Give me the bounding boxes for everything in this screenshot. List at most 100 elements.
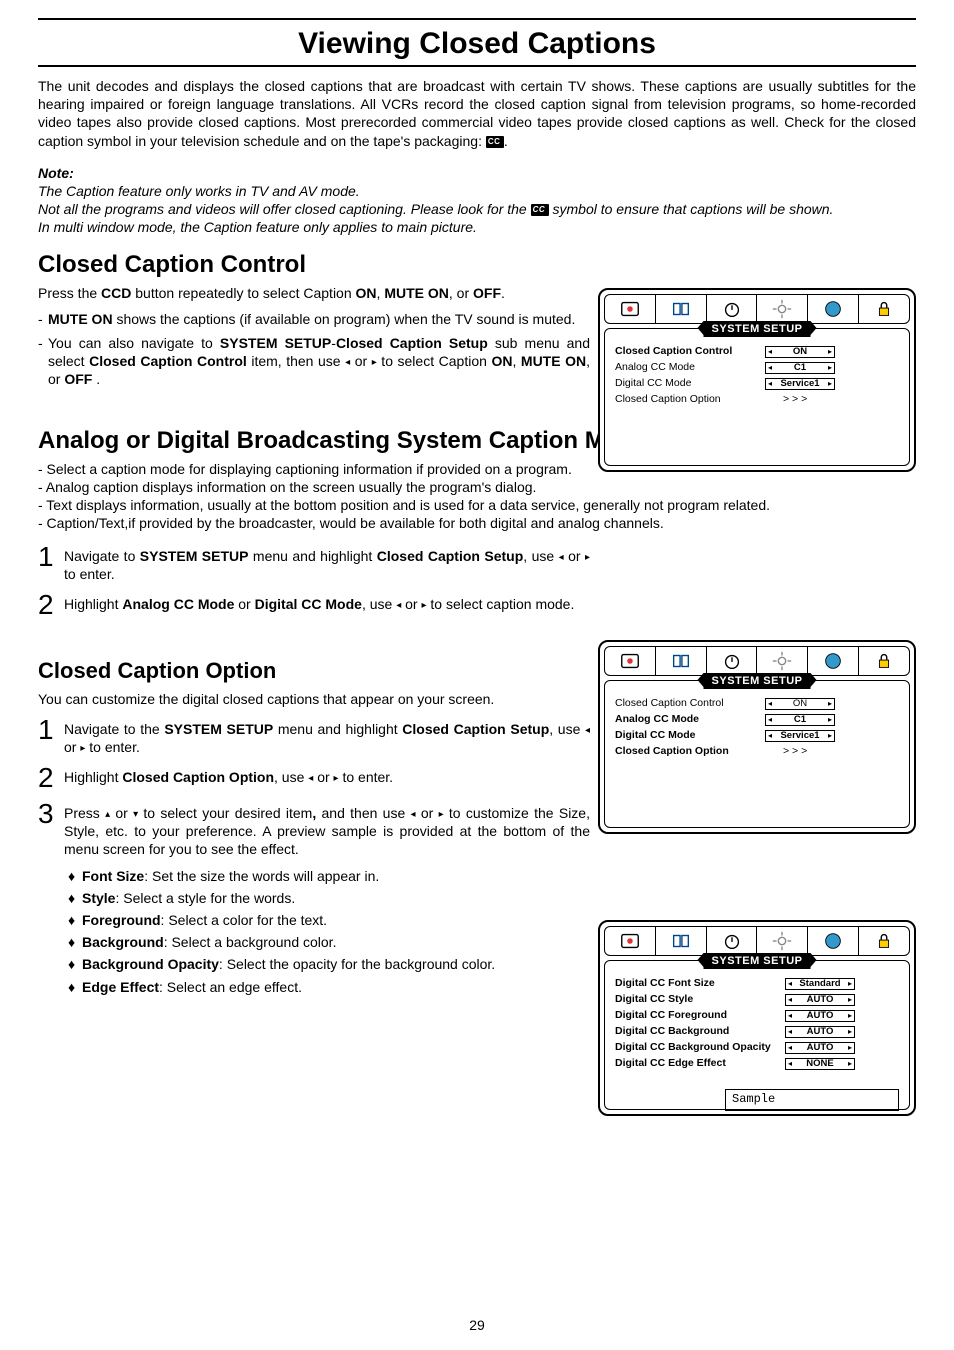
t: Background — [82, 934, 164, 950]
osd3-row-6: Digital CC Edge Effect◂NONE▸ — [615, 1057, 899, 1071]
tab-setup-icon — [757, 295, 808, 323]
tab-audio-icon — [656, 647, 707, 675]
t: Closed Caption Control — [89, 353, 247, 369]
t: MUTE ON — [48, 311, 113, 327]
osd2-row-3: Digital CC Mode◂Service1▸ — [615, 729, 899, 743]
tab-picture-icon — [605, 927, 656, 955]
tab-channel-icon — [808, 647, 859, 675]
t: Closed Caption Setup — [336, 335, 488, 351]
t: , use — [523, 548, 558, 564]
bullet-background: ♦Background: Select a background color. — [68, 933, 590, 951]
osd-panel-2: SYSTEM SETUP Closed Caption Control◂ON▸ … — [598, 640, 916, 834]
t: to select your desired item — [138, 805, 312, 821]
tab-audio-icon — [656, 927, 707, 955]
t: Closed Caption Option — [615, 393, 765, 407]
section-closed-caption-option: Closed Caption Option — [38, 657, 590, 686]
note-line-1: The Caption feature only works in TV and… — [38, 182, 916, 200]
t: AUTO — [807, 995, 834, 1005]
osd-tabs — [604, 646, 910, 676]
t: or — [234, 596, 254, 612]
osd2-row-4: Closed Caption Option> > > — [615, 745, 899, 759]
osd1-row-3: Digital CC Mode◂Service1▸ — [615, 377, 899, 391]
left-arrow-icon: ◂ — [585, 725, 590, 736]
t: item, then use — [247, 353, 345, 369]
sec3-step-1: 1 Navigate to the SYSTEM SETUP menu and … — [38, 716, 590, 756]
sec1-dash-1: - MUTE ON shows the captions (if availab… — [38, 310, 590, 328]
t: or — [401, 596, 421, 612]
osd-tabs — [604, 926, 910, 956]
tab-picture-icon — [605, 295, 656, 323]
t: Foreground — [82, 912, 161, 928]
t: : Select a color for the text. — [161, 912, 328, 928]
tab-lock-icon — [859, 927, 909, 955]
osd-panel-1: SYSTEM SETUP Closed Caption Control◂ON▸ … — [598, 288, 916, 472]
t: : Select an edge effect. — [159, 979, 302, 995]
osd3-row-2: Digital CC Style◂AUTO▸ — [615, 993, 899, 1007]
t: to select caption mode. — [427, 596, 575, 612]
t: to select Caption — [377, 353, 492, 369]
tab-audio-icon — [656, 295, 707, 323]
t: AUTO — [807, 1043, 834, 1053]
t: Navigate to the — [64, 721, 164, 737]
sec2-line3: - Text displays information, usually at … — [38, 496, 916, 514]
t: menu and highlight — [273, 721, 402, 737]
t: Digital CC Edge Effect — [615, 1057, 785, 1071]
t: or — [564, 548, 585, 564]
page-title: Viewing Closed Captions — [38, 24, 916, 63]
t: Analog CC Mode — [615, 361, 765, 375]
t: Background Opacity — [82, 956, 219, 972]
tab-timer-icon — [707, 927, 758, 955]
t: or — [110, 805, 133, 821]
osd1-row-2: Analog CC Mode◂C1▸ — [615, 361, 899, 375]
t: ON — [793, 347, 807, 357]
t: or — [416, 805, 439, 821]
t: Digital CC Mode — [615, 729, 765, 743]
t: Navigate to — [64, 548, 140, 564]
osd1-row-4: Closed Caption Option> > > — [615, 393, 899, 407]
rule-top — [38, 18, 916, 20]
bullet-font-size: ♦Font Size: Set the size the words will … — [68, 867, 590, 885]
osd-body: SYSTEM SETUP Closed Caption Control◂ON▸ … — [604, 680, 910, 828]
sec2-step-1: 1 Navigate to SYSTEM SETUP menu and high… — [38, 543, 590, 583]
sec2-line4: - Caption/Text,if provided by the broadc… — [38, 514, 916, 532]
t: C1 — [794, 363, 806, 373]
note-body: The Caption feature only works in TV and… — [38, 182, 916, 237]
section-closed-caption-control: Closed Caption Control — [38, 249, 590, 280]
t: SYSTEM SETUP — [140, 548, 249, 564]
t: , or — [449, 285, 473, 301]
rule-under-title — [38, 65, 916, 67]
cc-icon — [486, 136, 504, 148]
t: . — [92, 371, 100, 387]
osd3-row-4: Digital CC Background◂AUTO▸ — [615, 1025, 899, 1039]
sec2-line2: - Analog caption displays information on… — [38, 478, 916, 496]
tab-setup-icon — [757, 927, 808, 955]
t: > > > — [765, 393, 807, 407]
t: CCD — [101, 285, 131, 301]
t: SYSTEM SETUP — [164, 721, 273, 737]
sec3-step-3: 3 Press ▴ or ▾ to select your desired it… — [38, 800, 590, 859]
tab-setup-icon — [757, 647, 808, 675]
osd3-row-3: Digital CC Foreground◂AUTO▸ — [615, 1009, 899, 1023]
t: , use — [362, 596, 396, 612]
t: to enter. — [339, 769, 393, 785]
t: AUTO — [807, 1027, 834, 1037]
t: C1 — [794, 715, 806, 725]
t: Edge Effect — [82, 979, 159, 995]
t: Closed Caption Option — [122, 769, 274, 785]
bullet-edge-effect: ♦Edge Effect: Select an edge effect. — [68, 978, 590, 996]
tab-lock-icon — [859, 295, 909, 323]
t: OFF — [473, 285, 501, 301]
t: Highlight — [64, 769, 122, 785]
intro-text: The unit decodes and displays the closed… — [38, 78, 916, 149]
osd-header-label: SYSTEM SETUP — [704, 321, 811, 337]
t: to enter. — [85, 739, 139, 755]
t: SYSTEM SETUP — [220, 335, 331, 351]
note-line-2: Not all the programs and videos will off… — [38, 200, 916, 218]
t: : Set the size the words will appear in. — [144, 868, 379, 884]
t: > > > — [765, 745, 807, 759]
t: Closed Caption Setup — [402, 721, 549, 737]
osd-tabs — [604, 294, 910, 324]
tab-channel-icon — [808, 927, 859, 955]
sec3-paragraph: You can customize the digital closed cap… — [38, 690, 590, 708]
osd3-row-1: Digital CC Font Size◂Standard▸ — [615, 977, 899, 991]
